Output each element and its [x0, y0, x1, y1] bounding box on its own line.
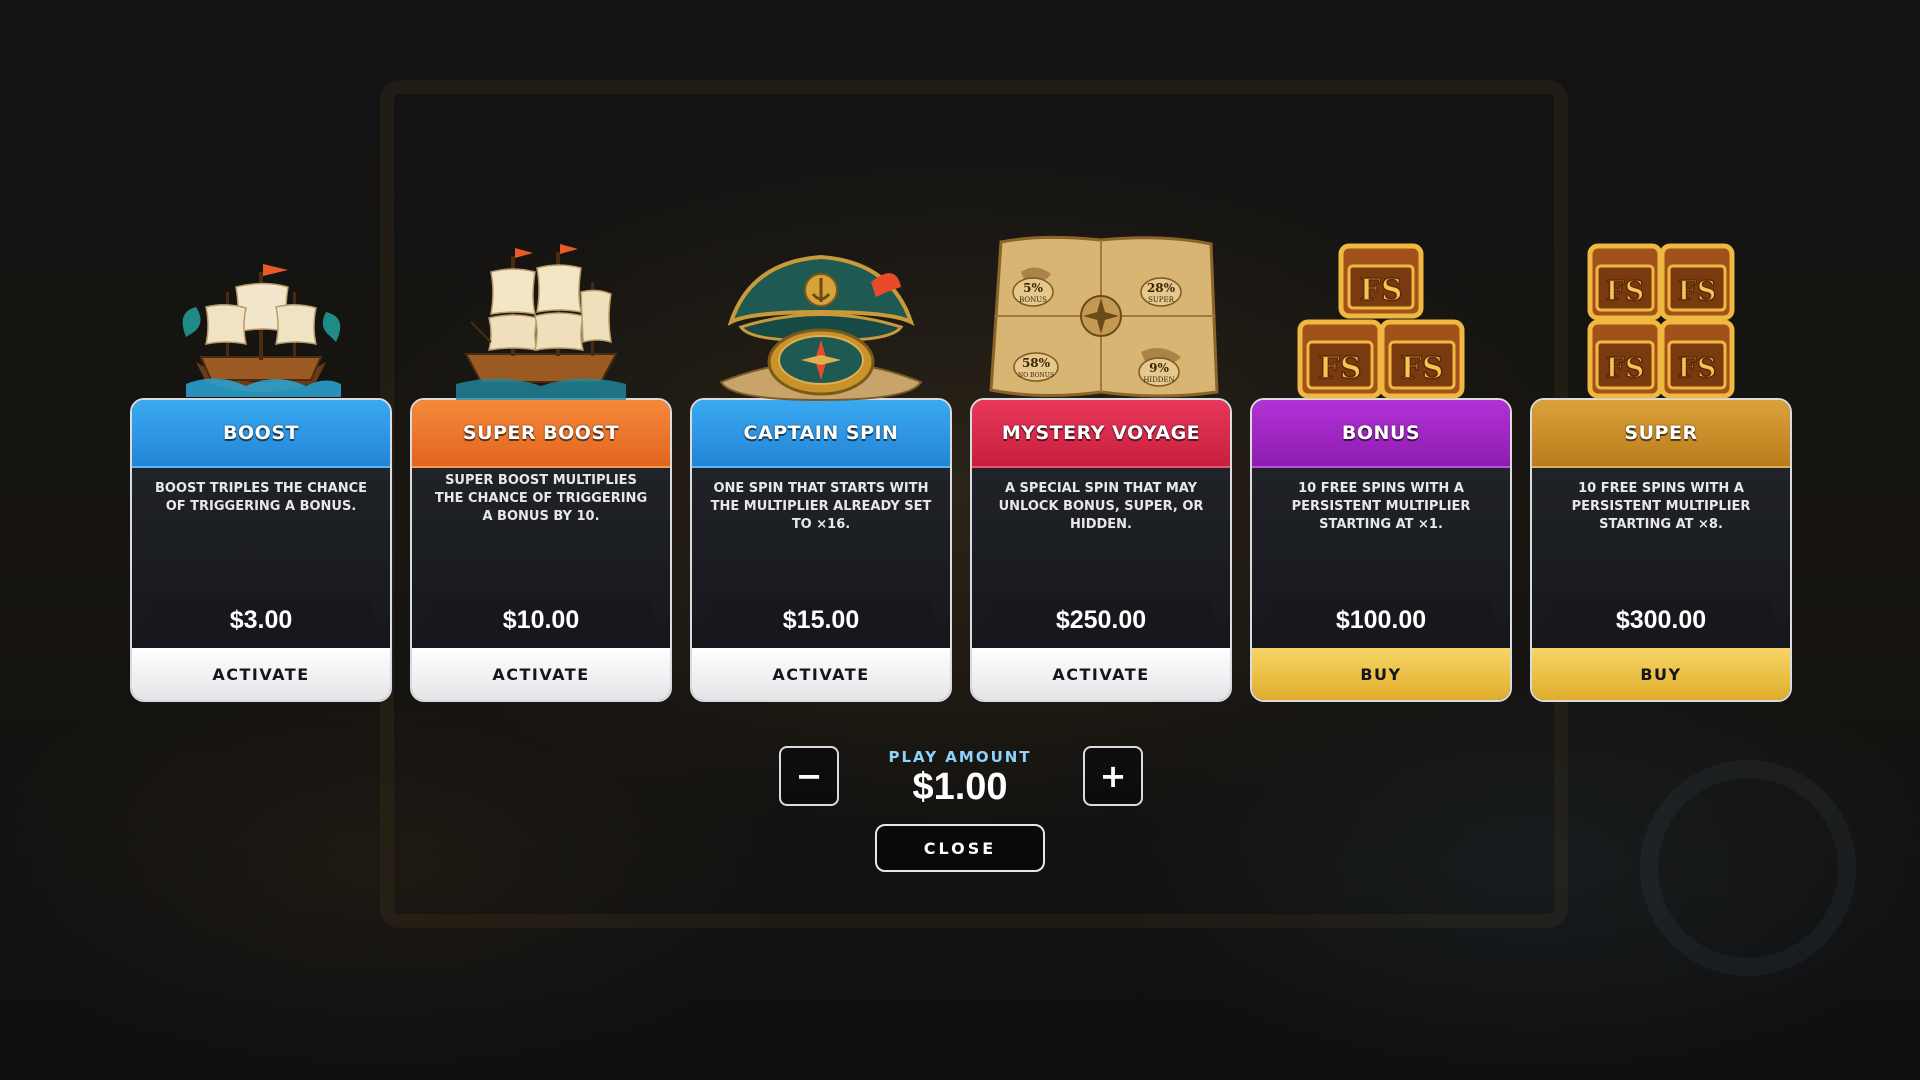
fs-chest-label: FS: [1678, 276, 1717, 307]
minus-icon: −: [795, 757, 823, 795]
card-price: $15.00: [710, 600, 932, 640]
play-amount-value: $1.00: [912, 766, 1008, 808]
close-button[interactable]: CLOSE: [875, 824, 1045, 872]
map-odds-label: SUPER: [1148, 296, 1175, 304]
card-description: SUPER BOOST MULTIPLIES THE CHANCE OF TRI…: [434, 473, 648, 524]
feature-card-super: FS FS FS FS SUPER 10 FREE SPINS WITH A P…: [1530, 240, 1792, 702]
captain-hat-compass-icon: [690, 240, 952, 402]
map-odds-label: 28%: [1147, 281, 1176, 295]
map-odds-label: NO BONUS: [1018, 372, 1054, 379]
fs-chest-label: FS: [1678, 353, 1717, 384]
card-price: $10.00: [430, 600, 652, 640]
fs-chest-icon: FS: [1297, 319, 1383, 399]
card-description: 10 FREE SPINS WITH A PERSISTENT MULTIPLI…: [1291, 481, 1471, 532]
card-title: MYSTERY VOYAGE: [972, 400, 1230, 468]
card-panel: BONUS 10 FREE SPINS WITH A PERSISTENT MU…: [1250, 398, 1512, 702]
feature-card-captain-spin: CAPTAIN SPIN ONE SPIN THAT STARTS WITH T…: [690, 240, 952, 702]
buy-super-button[interactable]: BUY: [1532, 648, 1790, 700]
card-title: CAPTAIN SPIN: [692, 400, 950, 468]
fs-chest-icon: FS: [1659, 243, 1735, 321]
map-odds-label: BONUS: [1019, 296, 1047, 304]
card-price: $3.00: [150, 600, 372, 640]
treasure-map-icon: 5% BONUS 28% SUPER 58% NO BONUS 9% HIDDE…: [970, 235, 1232, 402]
pirate-ship-icon: [130, 240, 392, 402]
increase-play-amount-button[interactable]: +: [1083, 746, 1143, 806]
card-panel: SUPER BOOST SUPER BOOST MULTIPLIES THE C…: [410, 398, 672, 702]
card-panel: MYSTERY VOYAGE A SPECIAL SPIN THAT MAY U…: [970, 398, 1232, 702]
activate-super-boost-button[interactable]: ACTIVATE: [412, 648, 670, 700]
card-panel: SUPER 10 FREE SPINS WITH A PERSISTENT MU…: [1530, 398, 1792, 702]
feature-cards: BOOST BOOST TRIPLES THE CHANCE OF TRIGGE…: [130, 235, 1792, 710]
activate-captain-spin-button[interactable]: ACTIVATE: [692, 648, 950, 700]
card-panel: BOOST BOOST TRIPLES THE CHANCE OF TRIGGE…: [130, 398, 392, 702]
fs-chests-four-icon: FS FS FS FS: [1530, 240, 1792, 402]
map-odds-label: 5%: [1023, 281, 1043, 295]
card-title: BONUS: [1252, 400, 1510, 468]
fs-chest-label: FS: [1319, 351, 1362, 386]
play-amount-label: PLAY AMOUNT: [888, 748, 1032, 766]
feature-card-boost: BOOST BOOST TRIPLES THE CHANCE OF TRIGGE…: [130, 240, 392, 702]
activate-mystery-voyage-button[interactable]: ACTIVATE: [972, 648, 1230, 700]
card-title: SUPER: [1532, 400, 1790, 468]
card-price: $100.00: [1270, 600, 1492, 640]
buy-bonus-button[interactable]: BUY: [1252, 648, 1510, 700]
card-description: 10 FREE SPINS WITH A PERSISTENT MULTIPLI…: [1571, 481, 1751, 532]
plus-icon: +: [1099, 757, 1127, 795]
map-odds-label: 9%: [1149, 361, 1169, 375]
feature-card-bonus: FS FS FS BONUS 10 FREE SPINS WITH A PERS…: [1250, 240, 1512, 702]
card-panel: CAPTAIN SPIN ONE SPIN THAT STARTS WITH T…: [690, 398, 952, 702]
card-price: $250.00: [990, 600, 1212, 640]
card-title: SUPER BOOST: [412, 400, 670, 468]
fs-chest-label: FS: [1606, 353, 1645, 384]
fs-chest-icon: FS: [1338, 243, 1424, 319]
feature-card-mystery-voyage: 5% BONUS 28% SUPER 58% NO BONUS 9% HIDDE…: [970, 235, 1232, 702]
card-description: A SPECIAL SPIN THAT MAY UNLOCK BONUS, SU…: [998, 481, 1204, 532]
card-price: $300.00: [1550, 600, 1772, 640]
activate-boost-button[interactable]: ACTIVATE: [132, 648, 390, 700]
fs-chest-icon: FS: [1587, 319, 1663, 399]
galleon-icon: [410, 240, 672, 402]
fs-chest-icon: FS: [1659, 319, 1735, 399]
feature-card-super-boost: SUPER BOOST SUPER BOOST MULTIPLIES THE C…: [410, 240, 672, 702]
card-description: BOOST TRIPLES THE CHANCE OF TRIGGERING A…: [155, 481, 367, 514]
fs-chest-icon: FS: [1587, 243, 1663, 321]
card-title: BOOST: [132, 400, 390, 468]
map-odds-label: HIDDEN: [1143, 376, 1174, 384]
fs-chest-icon: FS: [1379, 319, 1465, 399]
card-description: ONE SPIN THAT STARTS WITH THE MULTIPLIER…: [710, 481, 932, 532]
fs-chest-label: FS: [1401, 351, 1444, 386]
map-odds-label: 58%: [1022, 356, 1051, 370]
fs-chests-three-icon: FS FS FS: [1250, 240, 1512, 402]
fs-chest-label: FS: [1360, 273, 1403, 308]
fs-chest-label: FS: [1606, 276, 1645, 307]
decrease-play-amount-button[interactable]: −: [779, 746, 839, 806]
play-amount-control: − PLAY AMOUNT $1.00 +: [0, 746, 1920, 816]
